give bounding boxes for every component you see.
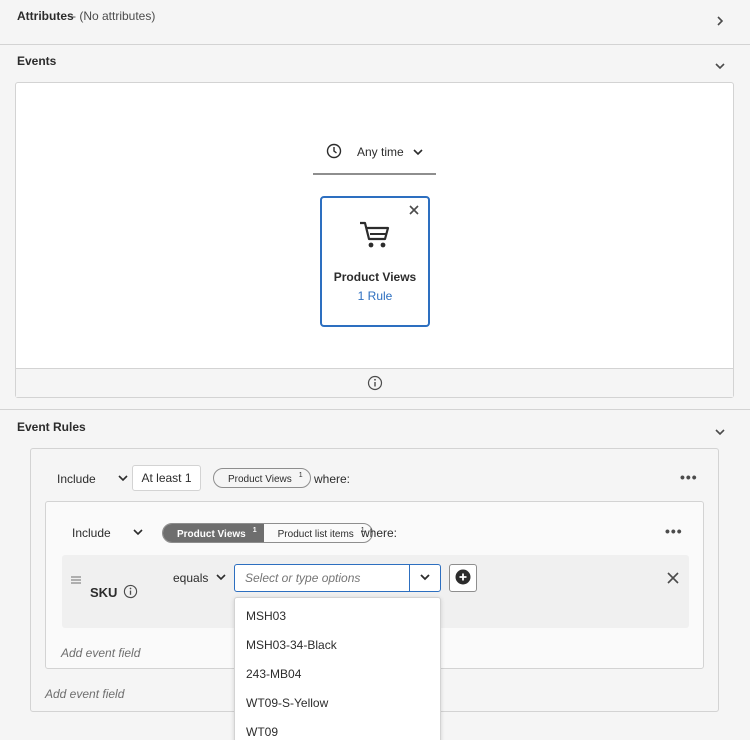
- time-filter-label: Any time: [357, 145, 404, 159]
- info-icon[interactable]: [367, 375, 383, 394]
- event-pill-group[interactable]: Product Views 1 Product list items 1: [162, 523, 373, 543]
- event-rules-title: Event Rules: [17, 420, 86, 434]
- attributes-status: - (No attributes): [72, 9, 156, 23]
- divider: [0, 409, 750, 410]
- operator-dropdown[interactable]: equals: [173, 571, 226, 585]
- more-options-icon[interactable]: •••: [680, 469, 698, 485]
- combobox-toggle[interactable]: [409, 565, 440, 591]
- event-card-rule-link[interactable]: 1 Rule: [322, 289, 428, 303]
- events-panel: Any time Product Views 1 Rule: [15, 82, 734, 398]
- chevron-down-icon: [118, 472, 128, 486]
- info-icon[interactable]: [123, 584, 138, 602]
- event-card-product-views[interactable]: Product Views 1 Rule: [320, 196, 430, 327]
- chevron-down-icon: [216, 571, 226, 585]
- attributes-header[interactable]: Attributes - (No attributes): [0, 0, 750, 44]
- chevron-down-icon: [420, 571, 430, 585]
- count-field[interactable]: At least 1: [132, 465, 201, 491]
- chevron-down-icon[interactable]: [712, 424, 728, 440]
- chevron-right-icon[interactable]: [712, 13, 728, 29]
- outer-include-label: Include: [57, 472, 96, 486]
- outer-include-dropdown[interactable]: Include: [57, 472, 128, 486]
- option-item[interactable]: MSH03-34-Black: [235, 631, 440, 660]
- time-filter-dropdown[interactable]: Any time: [313, 141, 436, 175]
- value-input[interactable]: [236, 566, 408, 590]
- chevron-down-icon: [413, 146, 423, 160]
- option-item[interactable]: 243-MB04: [235, 660, 440, 689]
- value-combobox[interactable]: [234, 564, 441, 592]
- pill-sup: 1: [252, 527, 257, 535]
- field-label-sku: SKU: [90, 585, 118, 600]
- inner-include-label: Include: [72, 526, 111, 540]
- outer-where-label: where:: [314, 472, 351, 486]
- chevron-down-icon: [133, 526, 143, 540]
- pill-label: Product Views: [177, 528, 246, 540]
- close-icon[interactable]: [408, 204, 420, 219]
- close-icon[interactable]: [667, 572, 679, 587]
- option-item[interactable]: WT09-S-Yellow: [235, 689, 440, 718]
- pill-label: Product list items: [277, 528, 354, 540]
- pill-product-list-items[interactable]: Product list items 1: [264, 524, 372, 542]
- inner-where-label: where:: [361, 526, 398, 540]
- option-item[interactable]: WT09: [235, 718, 440, 740]
- add-event-field-link[interactable]: Add event field: [61, 646, 140, 660]
- more-options-icon[interactable]: •••: [665, 523, 683, 539]
- add-event-field-link[interactable]: Add event field: [45, 687, 124, 701]
- value-options-popover: MSH03 MSH03-34-Black 243-MB04 WT09-S-Yel…: [234, 597, 441, 740]
- clock-icon: [326, 143, 342, 162]
- add-circle-icon: [455, 569, 471, 588]
- chevron-down-icon[interactable]: [712, 58, 728, 74]
- pill-sup: 1: [298, 472, 303, 480]
- operator-label: equals: [173, 571, 209, 585]
- add-value-button[interactable]: [449, 564, 477, 592]
- divider: [0, 44, 750, 45]
- events-title: Events: [17, 54, 57, 68]
- pill-product-views[interactable]: Product Views 1: [163, 524, 264, 542]
- events-panel-footer: [16, 368, 733, 397]
- drag-handle-icon[interactable]: [71, 573, 81, 587]
- event-card-title: Product Views: [333, 270, 417, 284]
- event-pill-product-views[interactable]: Product Views 1: [213, 468, 311, 488]
- shopping-cart-icon: [359, 220, 391, 253]
- pill-label: Product Views: [228, 473, 292, 485]
- option-item[interactable]: MSH03: [235, 602, 440, 631]
- inner-include-dropdown[interactable]: Include: [72, 526, 143, 540]
- attributes-title: Attributes: [17, 9, 74, 23]
